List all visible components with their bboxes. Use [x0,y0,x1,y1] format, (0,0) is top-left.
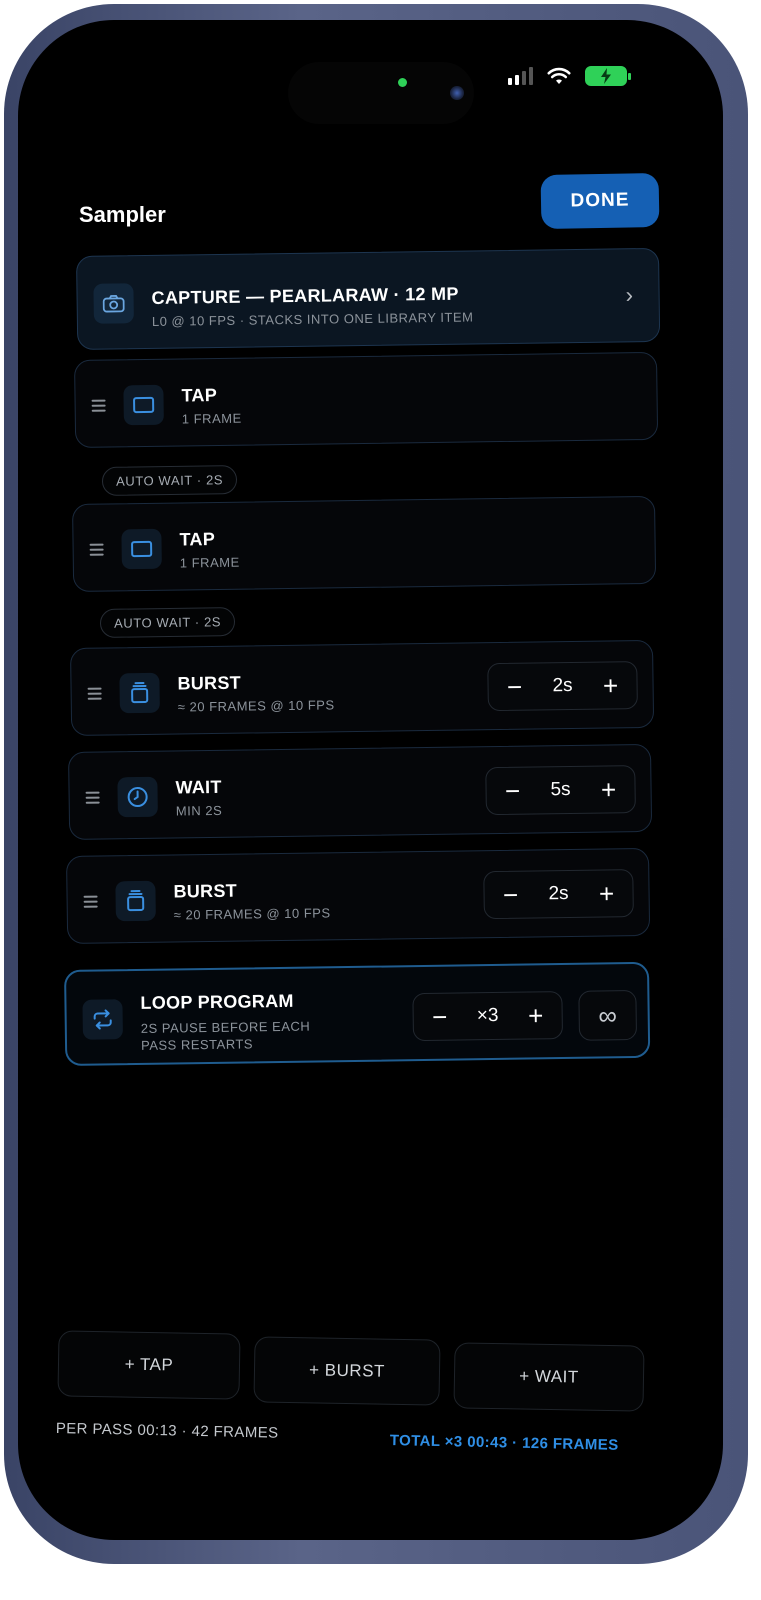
infinite-loop-button[interactable]: ∞ [578,990,638,1041]
duration-stepper: − 2s + [487,661,638,712]
camera-indicator-dot [398,78,407,87]
step-subtitle: 1 FRAME [181,410,242,427]
drag-handle-icon[interactable] [91,397,106,415]
drag-handle-icon[interactable] [85,789,100,807]
screen: Sampler DONE CAPTURE — PEARLARAW · 12 MP… [18,20,723,1540]
capture-subtitle: L0 @ 10 FPS · STACKS INTO ONE LIBRARY IT… [151,309,474,329]
loop-subtitle-line1: 2S PAUSE BEFORE EACH [140,1018,311,1036]
step-card-wait[interactable]: WAIT MIN 2S − 5s + [68,743,653,840]
step-title: TAP [179,529,216,550]
camera-icon [93,283,134,324]
auto-wait-chip: AUTO WAIT · 2S [101,465,238,496]
battery-icon [585,66,631,86]
step-title: BURST [177,672,242,694]
increment-button[interactable]: + [596,774,620,805]
increment-button[interactable]: + [598,670,622,701]
step-subtitle: 1 FRAME [179,554,240,571]
duration-stepper: − 2s + [483,869,634,920]
side-button [726,484,736,674]
stepper-value: 2s [548,882,569,905]
auto-wait-chip: AUTO WAIT · 2S [99,607,236,638]
decrement-button[interactable]: − [502,671,526,702]
stack-icon [119,672,160,714]
capture-settings-card[interactable]: CAPTURE — PEARLARAW · 12 MP L0 @ 10 FPS … [76,247,661,350]
add-tap-button[interactable]: + TAP [57,1330,241,1400]
loop-title: LOOP PROGRAM [140,990,294,1013]
repeat-icon [82,999,123,1040]
dynamic-island [288,62,474,124]
duration-stepper: − 5s + [485,765,636,816]
step-title: BURST [173,880,238,902]
loop-subtitle-line2: PASS RESTARTS [140,1036,254,1053]
drag-handle-icon[interactable] [87,685,102,703]
increment-button[interactable]: + [523,1000,547,1031]
decrement-button[interactable]: − [498,879,522,910]
decrement-button[interactable]: − [500,775,524,806]
status-bar [508,66,631,86]
increment-button[interactable]: + [594,878,618,909]
per-pass-summary: PER PASS 00:13 · 42 FRAMES [55,1420,279,1442]
loop-program-card: LOOP PROGRAM 2S PAUSE BEFORE EACH PASS R… [64,961,651,1066]
capture-title: CAPTURE — PEARLARAW · 12 MP [151,283,459,308]
step-card-burst[interactable]: BURST ≈ 20 FRAMES @ 10 FPS − 2s + [70,639,655,736]
step-subtitle: ≈ 20 FRAMES @ 10 FPS [177,697,335,715]
loop-count-stepper: − ×3 + [412,991,564,1042]
add-wait-button[interactable]: + WAIT [453,1342,645,1412]
stack-icon [115,880,156,922]
frame-icon [123,384,164,426]
stepper-value: 2s [552,674,573,697]
stepper-value: ×3 [476,1004,499,1027]
front-camera [450,86,464,100]
step-card-tap[interactable]: TAP 1 FRAME [72,495,657,592]
decrement-button[interactable]: − [427,1001,451,1032]
page-title: Sampler [79,202,166,227]
signal-icon [508,67,533,85]
wifi-icon [547,67,571,84]
step-card-burst[interactable]: BURST ≈ 20 FRAMES @ 10 FPS − 2s + [66,847,651,944]
step-card-tap[interactable]: TAP 1 FRAME [74,351,659,448]
step-subtitle: ≈ 20 FRAMES @ 10 FPS [173,905,331,923]
drag-handle-icon[interactable] [89,541,104,559]
step-title: WAIT [175,776,222,798]
drag-handle-icon[interactable] [83,893,98,911]
done-button[interactable]: DONE [540,172,660,230]
chevron-right-icon: › [625,282,634,308]
total-summary: TOTAL ×3 00:43 · 126 FRAMES [389,1432,619,1454]
step-title: TAP [181,385,218,406]
stepper-value: 5s [550,778,571,801]
step-subtitle: MIN 2S [175,802,223,819]
frame-icon [121,528,162,570]
add-burst-button[interactable]: + BURST [253,1336,441,1406]
clock-icon [117,776,158,818]
